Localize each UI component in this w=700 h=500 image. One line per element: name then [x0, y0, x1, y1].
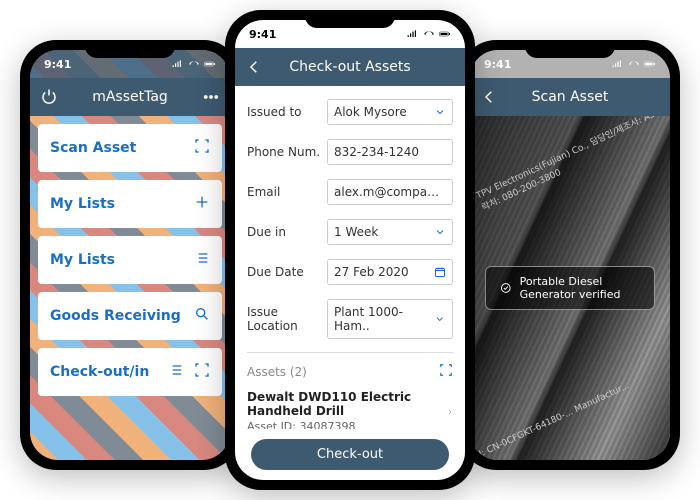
phone-checkout: 9:41 Check-out Assets Issued to Alok Mys…	[225, 10, 475, 490]
status-icons	[407, 29, 451, 39]
field-label: Issued to	[247, 105, 327, 119]
calendar-icon	[434, 266, 446, 278]
status-time: 9:41	[249, 28, 276, 41]
asset-name: Dewalt DWD110 Electric Handheld Drill	[247, 390, 446, 418]
navbar-title: mAssetTag	[92, 89, 168, 105]
camera-view[interactable]: TPV Electronics(Fujian) Co., 담당인/제조사: AS…	[470, 116, 670, 460]
due-in-select[interactable]: 1 Week	[327, 219, 453, 245]
notch	[305, 10, 395, 28]
field-label: Due in	[247, 225, 327, 239]
issued-to-select[interactable]: Alok Mysore	[327, 99, 453, 125]
power-icon[interactable]	[40, 88, 58, 106]
asset-id: Asset ID: 34087398	[247, 420, 446, 429]
phone-input[interactable]: 832-234-1240	[327, 139, 453, 165]
navbar: Scan Asset	[470, 78, 670, 116]
search-icon	[194, 306, 210, 326]
back-icon[interactable]	[245, 58, 263, 76]
status-time: 9:41	[484, 58, 511, 71]
field-label: Email	[247, 185, 327, 199]
menu-item-label: My Lists	[50, 252, 115, 268]
chevron-right-icon	[446, 407, 453, 417]
list-icon	[194, 250, 210, 270]
field-label: Due Date	[247, 265, 327, 279]
menu-item-my-lists-view[interactable]: My Lists	[38, 236, 222, 284]
verification-badge: Portable Diesel Generator verified	[485, 266, 655, 310]
menu-item-checkout-in[interactable]: Check-out/in	[38, 348, 222, 396]
scan-icon	[194, 138, 210, 158]
menu-item-label: My Lists	[50, 196, 115, 212]
status-time: 9:41	[44, 58, 71, 71]
due-date-picker[interactable]: 27 Feb 2020	[327, 259, 453, 285]
check-circle-icon	[500, 279, 512, 297]
location-select[interactable]: Plant 1000-Ham..	[327, 299, 453, 339]
status-icons	[172, 59, 216, 69]
chevron-down-icon	[434, 106, 446, 118]
menu-icon[interactable]	[202, 88, 220, 106]
divider	[247, 352, 453, 353]
navbar-title: Scan Asset	[532, 89, 609, 105]
menu-item-scan-asset[interactable]: Scan Asset	[38, 124, 222, 172]
scan-icon[interactable]	[439, 363, 453, 380]
list-icon	[168, 362, 184, 382]
home-menu: Scan Asset My Lists My Lists Goods Recei…	[30, 116, 230, 460]
navbar: mAssetTag	[30, 78, 230, 116]
status-icons	[612, 59, 656, 69]
field-label: Issue Location	[247, 305, 327, 333]
asset-row[interactable]: Dewalt DWD110 Electric Handheld Drill As…	[247, 384, 453, 429]
menu-item-goods-receiving[interactable]: Goods Receiving	[38, 292, 222, 340]
menu-item-label: Scan Asset	[50, 140, 136, 156]
chevron-down-icon	[434, 226, 446, 238]
field-label: Phone Num.	[247, 145, 327, 159]
assets-count: Assets (2)	[247, 365, 307, 379]
assets-header: Assets (2)	[247, 359, 453, 384]
menu-item-my-lists-add[interactable]: My Lists	[38, 180, 222, 228]
menu-item-label: Check-out/in	[50, 364, 149, 380]
verification-text: Portable Diesel Generator verified	[520, 275, 640, 301]
checkout-form: Issued to Alok Mysore Phone Num. 832-234…	[235, 86, 465, 429]
phone-scan: 9:41 Scan Asset TPV Electronics(Fujian) …	[460, 40, 680, 470]
navbar: Check-out Assets	[235, 48, 465, 86]
menu-item-label: Goods Receiving	[50, 308, 181, 324]
navbar-title: Check-out Assets	[289, 59, 410, 75]
email-input[interactable]: alex.m@company...	[327, 179, 453, 205]
notch	[525, 40, 615, 58]
chevron-down-icon	[434, 313, 446, 325]
plus-icon	[194, 194, 210, 214]
checkout-button[interactable]: Check-out	[251, 439, 449, 470]
scan-icon	[194, 362, 210, 382]
phone-home: 9:41 mAssetTag Scan Asset My Lists My Li…	[20, 40, 240, 470]
notch	[85, 40, 175, 58]
back-icon[interactable]	[480, 88, 498, 106]
